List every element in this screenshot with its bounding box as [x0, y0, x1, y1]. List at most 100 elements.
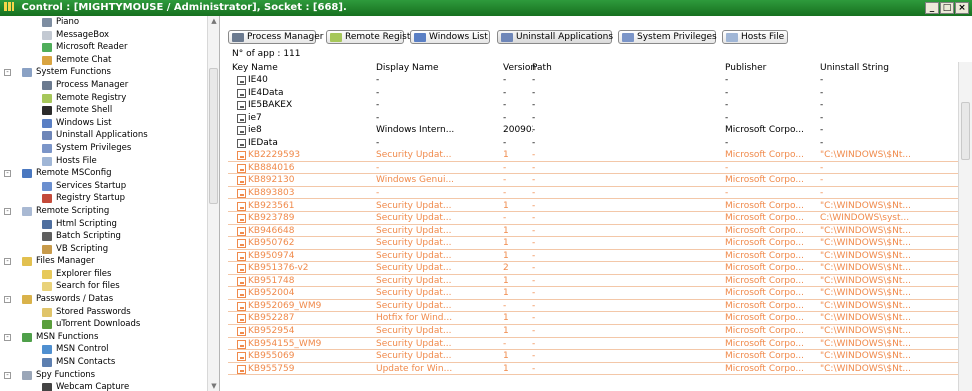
table-row[interactable]: KB946648 Security Updat... 1 - Microsoft Cor…	[228, 225, 962, 238]
tree-item-piano[interactable]: Piano	[0, 16, 206, 29]
tree-item-msn-functions[interactable]: - MSN Functions	[0, 331, 206, 344]
column-header-publisher[interactable]: Publisher	[725, 62, 766, 74]
process-manager-button[interactable]: Process Manager	[228, 30, 323, 44]
system-privileges-button[interactable]: System Privileges	[618, 30, 717, 44]
table-row[interactable]: KB884016 - - - - -	[228, 162, 962, 175]
cell-display: Security Updat...	[376, 225, 452, 236]
cell-key: KB923561	[248, 200, 295, 211]
collapse-icon[interactable]: -	[4, 333, 11, 341]
cell-version: 1	[503, 351, 509, 362]
remote-registry-button[interactable]: Remote Registry	[326, 30, 419, 44]
column-header-display-name[interactable]: Display Name	[376, 62, 439, 74]
tree-item-remote-shell[interactable]: Remote Shell	[0, 104, 206, 117]
table-row[interactable]: KB955069 Security Updat... 1 - Microsoft Cor…	[228, 350, 962, 363]
table-scroll-thumb[interactable]	[961, 102, 970, 160]
table-row[interactable]: IE4Data - - - - -	[228, 87, 962, 100]
tree-item-messagebox[interactable]: MessageBox	[0, 29, 206, 42]
cell-key: KB946648	[248, 225, 295, 236]
tree-scrollbar[interactable]: ▲ ▼	[207, 16, 219, 391]
table-row[interactable]: ie8Windows Intern...200903...-Microsoft …	[228, 124, 962, 137]
cell-key: KB2229593	[248, 150, 301, 161]
cell-key: KB923789	[248, 213, 295, 224]
table-row[interactable]: KB923789 Security Updat... - - Microsoft Cor…	[228, 212, 962, 225]
tree-scroll-thumb[interactable]	[209, 68, 218, 204]
tree-item-explorer-files[interactable]: Explorer files	[0, 268, 206, 281]
tree-item-hosts-file[interactable]: Hosts File	[0, 155, 206, 168]
table-header: Key Name Display Name Version Path Publisher…	[228, 62, 962, 74]
table-row[interactable]: ie7 - - - - -	[228, 112, 962, 125]
table-row[interactable]: KB952004 Security Updat... 1 - Microsoft Cor…	[228, 287, 962, 300]
uninstall-icon	[501, 33, 513, 42]
cell-uninstall: "C:\WINDOWS\$Nt...	[820, 326, 912, 336]
table-row[interactable]: KB923561 Security Updat... 1 - Microsoft Cor…	[228, 200, 962, 213]
table-row[interactable]: IE5BAKEX - - - - -	[228, 99, 962, 112]
minimize-button[interactable]: _	[925, 2, 939, 14]
tree-item-msn-control[interactable]: MSN Control	[0, 343, 206, 356]
table-scrollbar[interactable]	[958, 62, 972, 391]
scroll-up-arrow-icon[interactable]: ▲	[208, 16, 219, 26]
chat-icon	[42, 55, 52, 65]
reader-icon	[42, 43, 52, 53]
table-row[interactable]: KB2229593 Security Updat... 1 - Microsoft Co…	[228, 149, 962, 162]
msn-control-icon	[42, 345, 52, 355]
tree-item-uninstall-applications[interactable]: Uninstall Applications	[0, 129, 206, 142]
tree-item-utorrent-downloads[interactable]: uTorrent Downloads	[0, 318, 206, 331]
cell-display: Security Updat...	[376, 263, 452, 274]
collapse-icon[interactable]: -	[4, 258, 11, 266]
tree-item-services-startup[interactable]: Services Startup	[0, 180, 206, 193]
collapse-icon[interactable]: -	[4, 207, 11, 215]
table-row[interactable]: KB952287 Hotfix for Wind... 1 - Microsoft Co…	[228, 312, 962, 325]
tree-item-vb-scripting[interactable]: VB Scripting	[0, 243, 206, 256]
table-row[interactable]: KB954155_WM9 Security Updat... - - Microsoft…	[228, 338, 962, 351]
tree-item-search-for-files[interactable]: Search for files	[0, 280, 206, 293]
table-row[interactable]: KB893803 - - - - -	[228, 187, 962, 200]
tree-item-remote-chat[interactable]: Remote Chat	[0, 54, 206, 67]
tree-item-remote-registry[interactable]: Remote Registry	[0, 92, 206, 105]
tree-item-html-scripting[interactable]: Html Scripting	[0, 218, 206, 231]
hosts-file-button[interactable]: Hosts File	[722, 30, 788, 44]
collapse-icon[interactable]: -	[4, 371, 11, 379]
cell-version: 1	[503, 250, 509, 261]
table-row[interactable]: KB892130 Windows Genui... - - Microsoft Corp…	[228, 174, 962, 187]
maximize-button[interactable]: □	[940, 2, 954, 14]
table-row[interactable]: KB950974 Security Updat... 1 - Microsoft Cor…	[228, 250, 962, 263]
tree-item-files-manager[interactable]: - Files Manager	[0, 255, 206, 268]
tree-item-webcam-capture[interactable]: Webcam Capture	[0, 381, 206, 391]
cell-path: -	[532, 187, 536, 198]
collapse-icon[interactable]: -	[4, 170, 11, 178]
tree-item-spy-functions[interactable]: - Spy Functions	[0, 369, 206, 382]
tree-item-batch-scripting[interactable]: Batch Scripting	[0, 230, 206, 243]
cell-path: -	[532, 313, 536, 324]
column-header-key-name[interactable]: Key Name	[232, 62, 278, 74]
table-row[interactable]: KB955759 Update for Win... 1 - Microsoft Cor…	[228, 363, 962, 376]
tree-item-stored-passwords[interactable]: Stored Passwords	[0, 306, 206, 319]
column-header-path[interactable]: Path	[532, 62, 552, 74]
table-row[interactable]: KB952954 Security Updat... 1 - Microsoft Cor…	[228, 325, 962, 338]
windows-list-button[interactable]: Windows List	[410, 30, 490, 44]
tree-item-system-privileges[interactable]: System Privileges	[0, 142, 206, 155]
tree-item-msn-contacts[interactable]: MSN Contacts	[0, 356, 206, 369]
spy-icon	[22, 370, 32, 380]
registry-key-icon	[237, 352, 246, 362]
tree-item-microsoft-reader[interactable]: Microsoft Reader	[0, 41, 206, 54]
table-row[interactable]: KB951376-v2 Security Updat... 2 - Microsoft …	[228, 262, 962, 275]
scroll-down-arrow-icon[interactable]: ▼	[208, 381, 219, 391]
table-row[interactable]: IE40 - - - - -	[228, 74, 962, 87]
tree-item-system-functions[interactable]: - System Functions	[0, 66, 206, 79]
collapse-icon[interactable]: -	[4, 69, 11, 77]
close-button[interactable]: ×	[955, 2, 969, 14]
tree-item-remote-scripting[interactable]: - Remote Scripting	[0, 205, 206, 218]
table-row[interactable]: IEData - - - - -	[228, 137, 962, 150]
table-row[interactable]: KB951748 Security Updat... 1 - Microsoft Cor…	[228, 275, 962, 288]
tree-item-passwords-datas[interactable]: - Passwords / Datas	[0, 293, 206, 306]
tree-item-process-manager[interactable]: Process Manager	[0, 79, 206, 92]
uninstall-applications-button[interactable]: Uninstall Applications	[497, 30, 613, 44]
table-row[interactable]: KB950762 Security Updat... 1 - Microsoft Cor…	[228, 237, 962, 250]
column-header-uninstall-string[interactable]: Uninstall String	[820, 62, 889, 74]
tree-item-remote-msconfig[interactable]: - Remote MSConfig	[0, 167, 206, 180]
tree-item-windows-list[interactable]: Windows List	[0, 117, 206, 130]
cell-uninstall: "C:\WINDOWS\$Nt...	[820, 300, 912, 311]
table-row[interactable]: KB952069_WM9 Security Updat... - - Microsoft…	[228, 300, 962, 313]
collapse-icon[interactable]: -	[4, 296, 11, 304]
tree-item-registry-startup[interactable]: Registry Startup	[0, 192, 206, 205]
